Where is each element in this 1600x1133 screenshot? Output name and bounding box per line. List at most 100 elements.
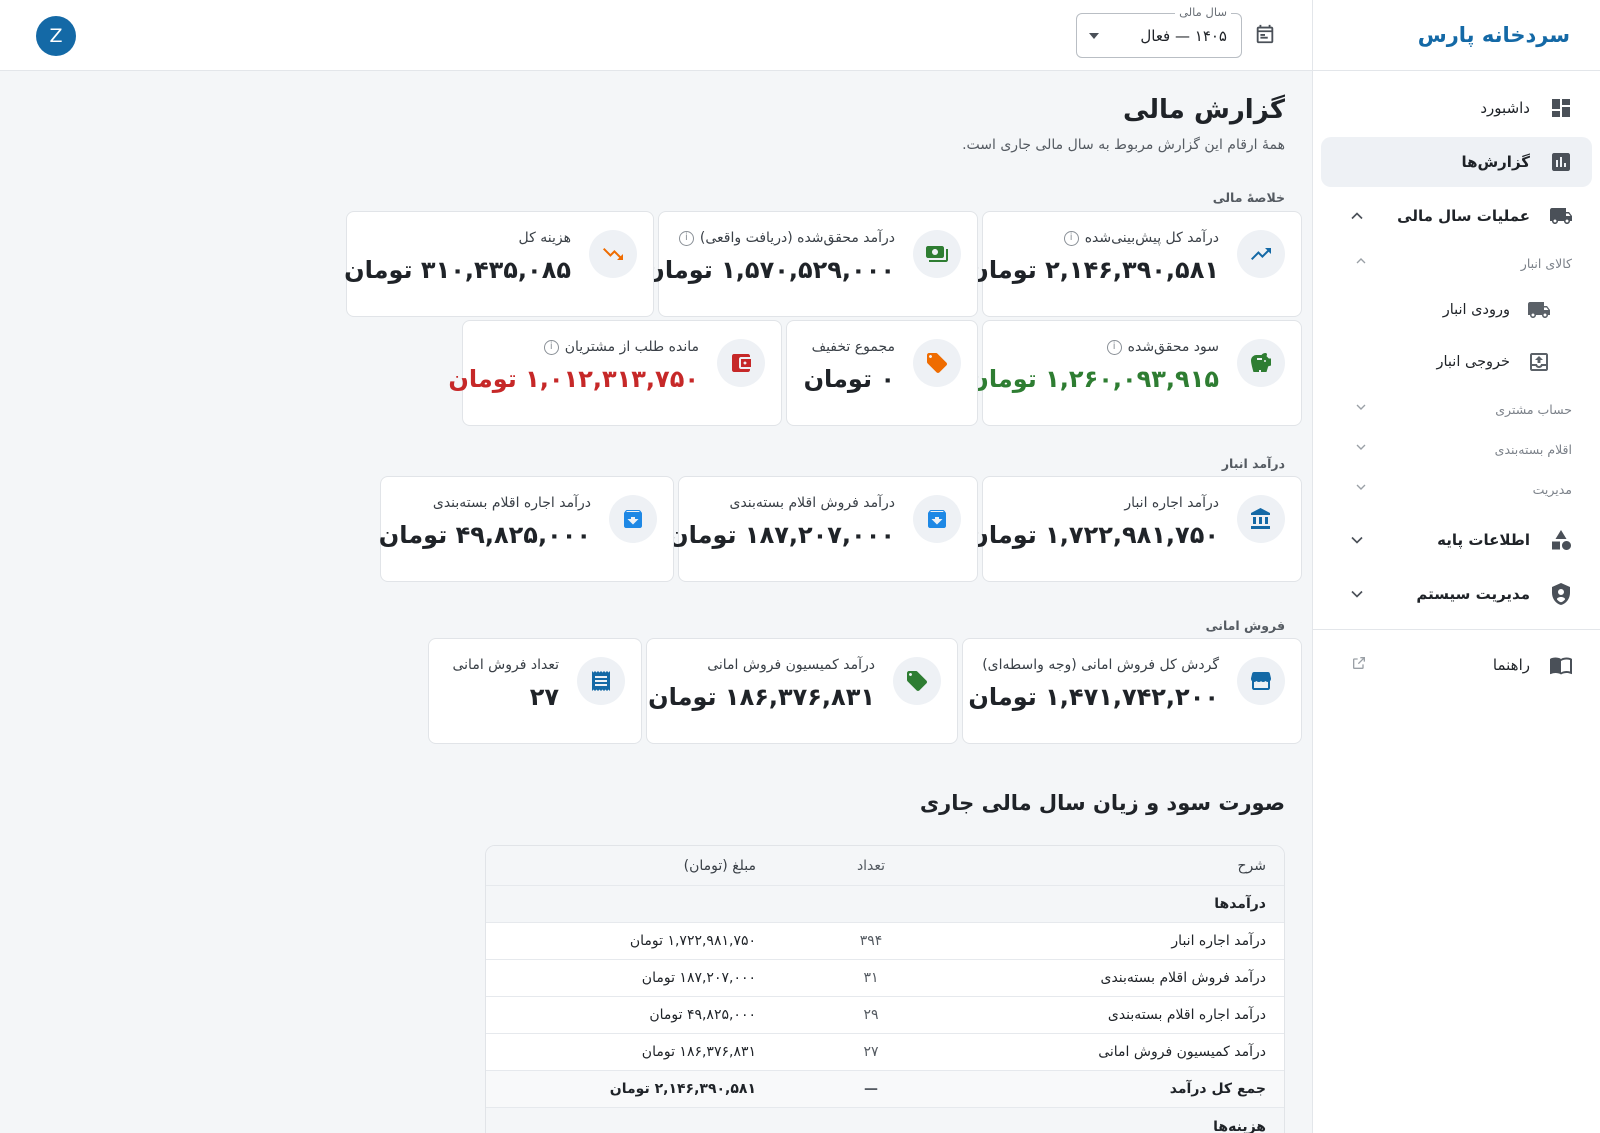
book-icon [1548,652,1574,678]
sidebar-item-dashboard[interactable]: داشبورد [1321,83,1592,133]
receipt-icon [577,657,625,705]
row-amount: ۱,۷۲۲,۹۸۱,۷۵۰ تومان [629,933,756,949]
stat-label: درآمد اجاره انبار [1124,495,1219,511]
fiscal-year-select[interactable]: سال مالی ۱۴۰۵ — فعال [1076,5,1242,58]
stat-card-realized-income: درآمد محقق‌شده (دریافت واقعی) i ۱,۵۷۰,۵۲۹… [644,211,978,317]
stat-value: ۱۸۶,۳۷۶,۸۳۱ تومان [648,683,875,711]
stat-card-consignment-commission: درآمد کمیسیون فروش امانی ۱۸۶,۳۷۶,۸۳۱ توم… [646,638,958,744]
row-count: ۲۷ [863,1044,879,1060]
row-amount: ۱۸۶,۳۷۶,۸۳۱ تومان [641,1044,756,1060]
row-count: ۲۹ [863,1007,879,1023]
stat-label: درآمد کمیسیون فروش امانی [707,657,875,673]
info-icon[interactable]: i [1106,339,1122,355]
sidebar-item-label: راهنما [1492,656,1530,674]
money-icon [913,230,961,278]
row-desc: درآمد اجاره اقلام بسته‌بندی [1107,1007,1266,1023]
chevron-down-icon [1349,479,1369,499]
info-icon[interactable]: i [1063,230,1079,246]
stat-card-consignment-count: تعداد فروش امانی ۲۷ [428,638,642,744]
stat-card-realized-profit: سود محقق‌شده i ۱,۲۶۰,۰۹۳,۹۱۵ تومان [968,320,1302,426]
table-row: درآمد فروش اقلام بسته‌بندی ۳۱ ۱۸۷,۲۰۷,۰۰… [486,960,1284,997]
stat-value: ۲۷ [529,683,559,711]
table-row-total: جمع کل درآمد — ۲,۱۴۶,۳۹۰,۵۸۱ تومان [486,1071,1284,1108]
sidebar-item-help[interactable]: راهنما [1321,640,1592,690]
table-row: درآمد اجاره اقلام بسته‌بندی ۲۹ ۴۹,۸۲۵,۰۰… [486,997,1284,1034]
page-subtitle: همهٔ ارقام این گزارش مربوط به سال مالی ج… [962,137,1285,153]
chevron-down-icon[interactable] [1347,584,1367,604]
chevron-down-icon[interactable] [1347,530,1367,550]
brand-title[interactable]: سردخانه پارس [1313,0,1600,71]
table-row: درآمد اجاره انبار ۳۹۴ ۱,۷۲۲,۹۸۱,۷۵۰ توما… [486,923,1284,960]
stat-label: درآمد کل پیش‌بینی‌شده [1084,230,1219,246]
wallet-icon [717,339,765,387]
table-header: شرح تعداد مبلغ (تومان) [486,846,1284,886]
stat-value: ۴۹,۸۲۵,۰۰۰ تومان [378,521,591,549]
stat-value: ۱۸۷,۲۰۷,۰۰۰ تومان [668,521,895,549]
chevron-up-icon[interactable] [1347,206,1367,226]
sidebar-group-warehouse-goods[interactable]: کالای انبار [1321,245,1592,281]
sidebar-group-customer-account[interactable]: حساب مشتری [1321,391,1592,427]
stat-label: درآمد فروش اقلام بسته‌بندی [729,495,896,511]
external-link-icon [1347,655,1367,675]
truck-icon [1526,297,1552,323]
sidebar-divider [1313,629,1600,630]
sidebar-item-label: اطلاعات پایه [1437,531,1530,549]
page-title: گزارش مالی [1122,95,1285,125]
tag-icon [913,339,961,387]
row-desc: جمع کل درآمد [1169,1081,1266,1097]
sidebar-item-label: گزارش‌ها [1461,153,1530,171]
pl-title: صورت سود و زیان سال مالی جاری [919,791,1285,815]
sidebar-item-warehouse-in[interactable]: ورودی انبار [1321,285,1592,335]
admin-shield-icon [1548,581,1574,607]
stat-label: گردش کل فروش امانی (وجه واسطه‌ای) [982,657,1219,673]
row-count: — [864,1081,878,1097]
avatar[interactable]: Z [36,16,76,56]
trending-down-icon [589,230,637,278]
row-amount: ۱۸۷,۲۰۷,۰۰۰ تومان [641,970,756,986]
row-amount: ۴۹,۸۲۵,۰۰۰ تومان [649,1007,756,1023]
sidebar-group-management[interactable]: مدیریت [1321,471,1592,507]
stat-label: مجموع تخفیف [811,339,895,355]
stat-card-receivables: مانده طلب از مشتریان i ۱,۰۱۲,۳۱۳,۷۵۰ توما… [448,320,782,426]
column-header-amount: مبلغ (تومان) [683,857,756,874]
stat-label: درآمد محقق‌شده (دریافت واقعی) [699,230,895,246]
table-section-income: درآمدها [486,886,1284,923]
section-label-summary: خلاصهٔ مالی [1212,190,1285,205]
sidebar-item-fy-ops[interactable]: عملیات سال مالی [1321,191,1592,241]
table-section-expense: هزینه‌ها [486,1108,1284,1133]
fiscal-year-picker: سال مالی ۱۴۰۵ — فعال [1076,5,1276,58]
stat-value: ۱,۰۱۲,۳۱۳,۷۵۰ تومان [448,365,699,393]
sidebar-item-system-admin[interactable]: مدیریت سیستم [1321,569,1592,619]
main-content: گزارش مالی همهٔ ارقام این گزارش مربوط به… [0,71,1312,1133]
chevron-up-icon [1349,253,1369,273]
sidebar-item-warehouse-out[interactable]: خروجی انبار [1321,337,1592,387]
stat-card-pack-sale: درآمد فروش اقلام بسته‌بندی ۱۸۷,۲۰۷,۰۰۰ ت… [668,476,978,582]
stat-label: هزینه کل [518,230,571,246]
stat-value: ۰ تومان [803,365,895,393]
stat-value: ۱,۷۲۲,۹۸۱,۷۵۰ تومان [968,521,1219,549]
truck-icon [1548,203,1574,229]
info-icon[interactable]: i [543,339,559,355]
sidebar-group-label: حساب مشتری [1495,401,1572,417]
dashboard-icon [1548,95,1574,121]
bar-chart-icon [1548,149,1574,175]
section-label-consignment: فروش امانی [1205,618,1285,633]
bank-icon [1237,495,1285,543]
sidebar: سردخانه پارس داشبورد گزارش‌ها عملیات سال… [1312,0,1600,1133]
stat-card-total-expense: هزینه کل ۳۱۰,۴۳۵,۰۸۵ تومان [344,211,654,317]
trending-up-icon [1237,230,1285,278]
sidebar-group-packaging-items[interactable]: اقلام بسته‌بندی [1321,431,1592,467]
sidebar-item-label: عملیات سال مالی [1397,207,1530,225]
sidebar-item-reports[interactable]: گزارش‌ها [1321,137,1592,187]
stat-card-total-discount: مجموع تخفیف ۰ تومان [786,320,978,426]
row-count: ۳۱ [863,970,879,986]
sidebar-item-label: ورودی انبار [1442,302,1510,318]
calendar-icon[interactable] [1254,23,1276,49]
pl-table: شرح تعداد مبلغ (تومان) درآمدها درآمد اجا… [485,845,1285,1133]
info-icon[interactable]: i [678,230,694,246]
stat-value: ۱,۴۷۱,۷۴۲,۲۰۰ تومان [968,683,1219,711]
sidebar-item-base-info[interactable]: اطلاعات پایه [1321,515,1592,565]
fiscal-year-value: ۱۴۰۵ — فعال [1140,26,1227,45]
chevron-down-icon [1349,399,1369,419]
column-header-count: تعداد [856,857,886,874]
